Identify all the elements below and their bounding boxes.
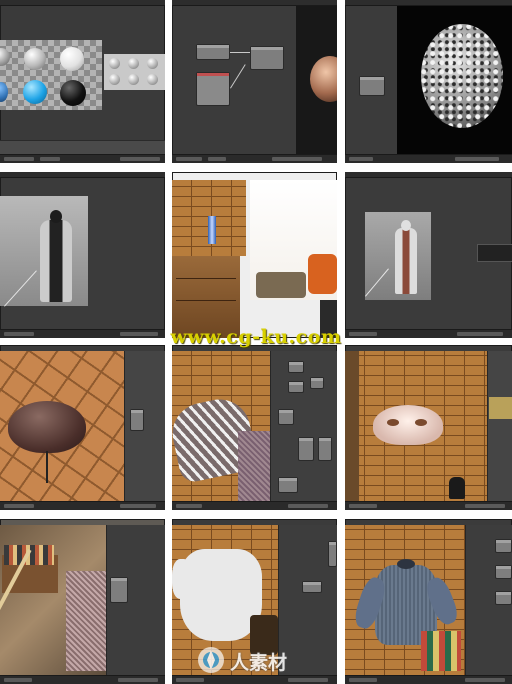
- properties-panel: [487, 351, 512, 502]
- grey-sphere: [147, 58, 158, 69]
- tile-footer-bar: [345, 675, 512, 684]
- tile-node-editor[interactable]: [172, 0, 337, 163]
- tile-header-bar: [0, 0, 165, 6]
- white-sphere: [60, 47, 84, 71]
- ninja-body: [395, 228, 417, 294]
- logo-watermark-text: 人素材: [230, 652, 288, 674]
- tile-material-preview[interactable]: [0, 0, 165, 163]
- shader-node[interactable]: [328, 541, 337, 567]
- tile-mask-brick[interactable]: [345, 345, 512, 510]
- spray-can: [208, 216, 216, 244]
- shader-node[interactable]: [495, 591, 512, 605]
- tile-footer-bar: [172, 154, 337, 163]
- torso-shoulder-left: [172, 559, 192, 599]
- shader-node[interactable]: [278, 477, 298, 493]
- tile-mirror-room[interactable]: [0, 519, 165, 684]
- tile-footer-bar: [172, 675, 337, 684]
- drawer-line: [176, 278, 236, 279]
- hat-object: [8, 401, 86, 453]
- stone-sphere: [421, 24, 503, 128]
- tile-header-bar: [345, 172, 512, 178]
- tablecloth: [66, 571, 106, 671]
- tile-footer-bar: [0, 675, 165, 684]
- shirt-collar: [397, 559, 415, 569]
- tile-footer-bar: [345, 154, 512, 163]
- tile-footer-bar: [172, 501, 337, 510]
- white-mask: [373, 405, 443, 445]
- floor-items: [256, 272, 306, 298]
- tile-footer-bar: [0, 154, 165, 163]
- shader-node[interactable]: [298, 437, 314, 461]
- ninja-head: [401, 220, 411, 231]
- shader-node[interactable]: [130, 409, 144, 431]
- grey-sphere: [128, 74, 139, 85]
- shader-node[interactable]: [196, 44, 230, 60]
- ninja-head: [50, 210, 62, 223]
- grey-sphere: [147, 74, 158, 85]
- node-link: [230, 52, 250, 53]
- shader-node[interactable]: [495, 565, 512, 579]
- black-sphere: [60, 80, 86, 106]
- shader-node[interactable]: [288, 361, 304, 373]
- tile-footer-bar: [345, 501, 512, 510]
- shader-node[interactable]: [318, 437, 332, 461]
- tile-header-bar: [0, 172, 165, 178]
- preview-checker-area: [0, 40, 102, 110]
- tile-ninja-render[interactable]: [0, 172, 165, 338]
- shader-node[interactable]: [110, 577, 128, 603]
- hat-stem: [46, 451, 48, 483]
- shader-node[interactable]: [196, 72, 230, 106]
- node-link: [230, 64, 246, 89]
- shader-node[interactable]: [278, 409, 294, 425]
- door-frame: [345, 351, 359, 505]
- grey-sphere: [109, 58, 120, 69]
- colored-object: [308, 254, 337, 294]
- shader-node[interactable]: [288, 381, 304, 393]
- mask-eye-right: [415, 419, 427, 426]
- shader-node[interactable]: [359, 76, 385, 96]
- tile-hat-floor[interactable]: [0, 345, 165, 510]
- cat-figure: [449, 477, 465, 499]
- colored-items: [421, 631, 461, 671]
- ninja-body: [40, 220, 72, 302]
- site-watermark: www.cg-ku.com: [170, 326, 342, 348]
- drawer-line: [176, 300, 236, 301]
- shader-node[interactable]: [310, 377, 324, 389]
- shader-node[interactable]: [495, 539, 512, 553]
- tile-room-photo[interactable]: [172, 172, 337, 338]
- tile-textured-mesh[interactable]: [172, 345, 337, 510]
- tile-footer-bar: [0, 501, 165, 510]
- fabric-object: [238, 431, 270, 505]
- tile-stone-render[interactable]: [345, 0, 512, 163]
- tile-ninja-render-2[interactable]: [345, 172, 512, 338]
- tile-shirt-torso[interactable]: [345, 519, 512, 684]
- glass-sphere: [24, 48, 46, 70]
- logo-watermark: 人素材: [196, 644, 336, 676]
- properties-field[interactable]: [489, 397, 512, 419]
- shader-node[interactable]: [302, 581, 322, 593]
- tooltip-box: [477, 244, 512, 262]
- logo-mark-icon: [198, 647, 224, 673]
- grey-sphere: [128, 58, 139, 69]
- grey-sphere: [109, 74, 120, 85]
- shader-node[interactable]: [250, 46, 284, 70]
- mask-eye-left: [387, 419, 399, 426]
- blue-sphere: [23, 80, 47, 104]
